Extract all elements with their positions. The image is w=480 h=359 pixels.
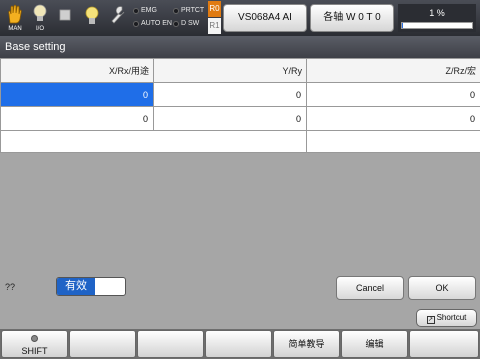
lamp-indicator[interactable] <box>82 3 102 33</box>
io-label: I/O <box>35 26 44 32</box>
base-setting-table: X/Rx/用途 Y/Ry Z/Rz/宏 0 0 0 0 0 0 <box>0 58 480 153</box>
status-bar: MAN I/O EMG AUTO EN PRTCT D SW R0 R1 VS0… <box>0 0 480 36</box>
cancel-button[interactable]: Cancel <box>336 276 404 300</box>
shortcut-icon: ↗ <box>426 316 435 324</box>
shortcut-label: Shortcut <box>436 313 467 322</box>
shift-key[interactable]: SHIFT <box>1 330 68 358</box>
emg-label: EMG <box>141 7 157 14</box>
prtct-label: PRTCT <box>181 7 205 14</box>
header-z: Z/Rz/宏 <box>306 58 480 83</box>
header-y: Y/Ry <box>153 58 307 83</box>
robot-model-button[interactable]: VS068A4 AI <box>223 4 307 32</box>
speed-bar-fill <box>402 23 403 28</box>
shortcut-button[interactable]: ↗ Shortcut <box>416 309 477 327</box>
base-setting-table-area: X/Rx/用途 Y/Ry Z/Rz/宏 0 0 0 0 0 0 <box>0 58 480 256</box>
cell-x-row2[interactable]: 0 <box>0 106 154 131</box>
cell-x-row1[interactable]: 0 <box>0 82 154 107</box>
table-row: 0 0 0 <box>0 82 480 107</box>
r1-indicator[interactable]: R1 <box>208 18 221 34</box>
empty-cell-right[interactable] <box>306 130 480 153</box>
prtct-lamp: PRTCT <box>173 7 204 14</box>
cell-y-row1[interactable]: 0 <box>153 82 307 107</box>
shift-lamp-icon <box>31 335 38 342</box>
enable-toggle-label: 有效 <box>57 278 95 295</box>
cell-z-row1[interactable]: 0 <box>306 82 480 107</box>
empty-cell-left[interactable] <box>0 130 307 153</box>
cell-z-row2[interactable]: 0 <box>306 106 480 131</box>
table-header-row: X/Rx/用途 Y/Ry Z/Rz/宏 <box>0 58 480 83</box>
function-key-7[interactable] <box>409 330 479 358</box>
function-key-4[interactable] <box>205 330 272 358</box>
prtct-lamp-dot <box>173 7 179 14</box>
function-key-3[interactable] <box>137 330 204 358</box>
hand-icon <box>8 4 22 24</box>
stop-square-icon <box>59 9 71 21</box>
man-label: MAN <box>8 26 22 32</box>
function-key-bar: SHIFT 简单教导 编辑 <box>0 329 480 359</box>
d-sw-lamp-dot <box>173 20 179 27</box>
emg-lamp: EMG <box>133 7 157 14</box>
table-row: 0 0 0 <box>0 106 480 131</box>
cell-y-row2[interactable]: 0 <box>153 106 307 131</box>
speed-label: 1 % <box>429 8 445 18</box>
status-label: ?? <box>5 282 16 292</box>
enable-toggle[interactable]: 有效 <box>56 277 126 296</box>
speed-bar <box>401 22 473 29</box>
edit-key[interactable]: 编辑 <box>341 330 408 358</box>
io-indicator[interactable]: I/O <box>30 3 50 33</box>
page-title: Base setting <box>0 36 480 58</box>
d-sw-label: D SW <box>181 20 200 27</box>
auto-en-lamp-dot <box>133 20 139 27</box>
wrench-icon <box>111 6 125 24</box>
r0-indicator[interactable]: R0 <box>208 1 221 17</box>
manual-mode-indicator[interactable]: MAN <box>4 3 26 33</box>
table-row-empty <box>0 130 480 153</box>
stop-indicator[interactable] <box>57 3 73 33</box>
d-sw-lamp: D SW <box>173 20 199 27</box>
auto-en-label: AUTO EN <box>141 20 172 27</box>
lightbulb-io-icon <box>33 4 47 21</box>
function-key-2[interactable] <box>69 330 136 358</box>
wrench-indicator[interactable] <box>108 3 128 33</box>
simple-teach-key[interactable]: 简单教导 <box>273 330 340 358</box>
emg-lamp-dot <box>133 7 139 14</box>
auto-en-lamp: AUTO EN <box>133 20 172 27</box>
ok-button[interactable]: OK <box>408 276 476 300</box>
axis-mode-button[interactable]: 各轴 W 0 T 0 <box>310 4 394 32</box>
speed-indicator[interactable]: 1 % <box>398 4 476 32</box>
shift-label: SHIFT <box>21 346 48 356</box>
header-x: X/Rx/用途 <box>0 58 154 83</box>
lightbulb-icon <box>85 6 99 24</box>
